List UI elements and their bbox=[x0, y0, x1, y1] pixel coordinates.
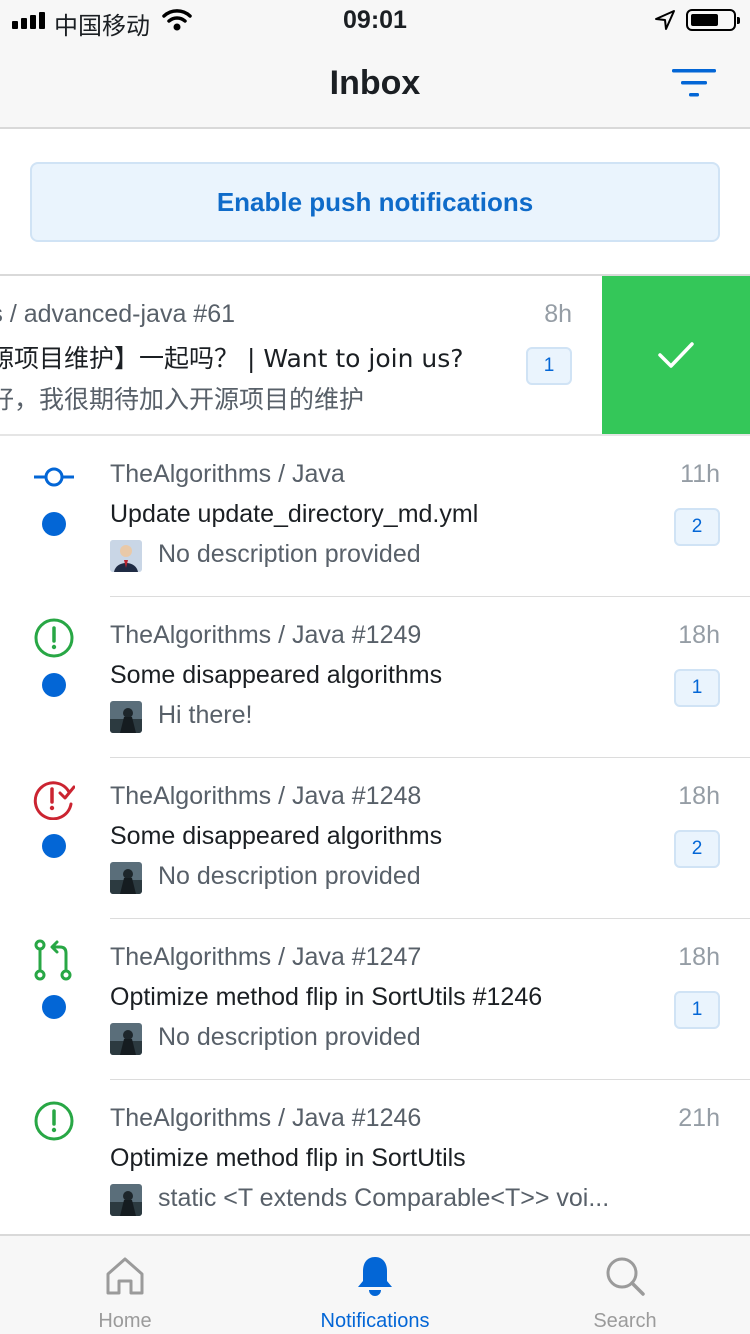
notification-description: Hi there! bbox=[158, 701, 253, 729]
avatar bbox=[110, 862, 142, 894]
page-title: Inbox bbox=[329, 64, 421, 102]
home-icon bbox=[106, 1257, 144, 1295]
swiped-notification-row[interactable]: ocs / advanced-java #61 8h 开源项目维护】一起吗？ |… bbox=[0, 276, 750, 436]
notification-title: Optimize method flip in SortUtils bbox=[110, 1144, 466, 1172]
notification-time: 8h bbox=[544, 300, 572, 328]
notification-row[interactable]: TheAlgorithms / Java #1249 18h Some disa… bbox=[0, 597, 750, 758]
notification-row[interactable]: TheAlgorithms / Java #1247 18h Optimize … bbox=[0, 919, 750, 1080]
issue-closed-icon bbox=[33, 781, 75, 820]
status-time: 09:01 bbox=[343, 6, 407, 34]
enable-push-notifications-button[interactable]: Enable push notifications bbox=[30, 162, 720, 242]
tab-label: Home bbox=[98, 1310, 152, 1332]
pull-request-icon bbox=[34, 939, 72, 981]
notification-title: 开源项目维护】一起吗？ | Want to join us? bbox=[0, 344, 464, 373]
notification-description: 你好，我很期待加入开源项目的维护 bbox=[0, 385, 365, 414]
notification-repo: TheAlgorithms / Java #1246 bbox=[110, 1104, 422, 1132]
search-icon bbox=[606, 1257, 645, 1296]
notification-repo: TheAlgorithms / Java bbox=[110, 460, 345, 488]
notification-description: No description provided bbox=[158, 862, 421, 890]
battery-icon bbox=[686, 9, 740, 31]
notification-repo: TheAlgorithms / Java #1249 bbox=[110, 621, 422, 649]
checkmark-icon bbox=[658, 342, 694, 368]
avatar bbox=[110, 701, 142, 733]
tab-bar: Home Notifications Search bbox=[0, 1234, 750, 1334]
status-bar: 中国移动 09:01 bbox=[0, 0, 750, 40]
tab-search[interactable]: Search bbox=[500, 1236, 750, 1334]
bell-icon bbox=[358, 1257, 392, 1296]
commit-icon bbox=[34, 467, 74, 487]
unread-indicator bbox=[42, 834, 66, 858]
notification-title: Optimize method flip in SortUtils #1246 bbox=[110, 983, 543, 1011]
notification-row[interactable]: TheAlgorithms / Java #1246 21h Optimize … bbox=[0, 1080, 750, 1241]
notification-repo: ocs / advanced-java #61 bbox=[0, 300, 236, 328]
swiped-notification-content[interactable]: ocs / advanced-java #61 8h 开源项目维护】一起吗？ |… bbox=[0, 276, 602, 434]
issue-opened-icon bbox=[34, 1101, 74, 1141]
navigation-bar: Inbox bbox=[0, 40, 750, 129]
tab-notifications[interactable]: Notifications bbox=[250, 1236, 500, 1334]
avatar bbox=[110, 540, 142, 572]
notification-row[interactable]: TheAlgorithms / Java 11h Update update_d… bbox=[0, 436, 750, 597]
notification-time: 18h bbox=[678, 782, 720, 810]
comment-count-badge: 1 bbox=[526, 347, 572, 385]
issue-opened-icon bbox=[34, 618, 74, 658]
tab-home[interactable]: Home bbox=[0, 1236, 250, 1334]
comment-count-badge: 2 bbox=[674, 830, 720, 868]
comment-count-badge: 1 bbox=[674, 669, 720, 707]
notification-description: No description provided bbox=[158, 540, 421, 568]
notification-title: Some disappeared algorithms bbox=[110, 822, 443, 850]
unread-indicator bbox=[42, 512, 66, 536]
notification-repo: TheAlgorithms / Java #1247 bbox=[110, 943, 422, 971]
unread-indicator bbox=[42, 995, 66, 1019]
tab-label: Search bbox=[593, 1310, 657, 1332]
notification-time: 11h bbox=[680, 460, 720, 488]
avatar bbox=[110, 1184, 142, 1216]
notification-description: No description provided bbox=[158, 1023, 421, 1051]
avatar bbox=[110, 1023, 142, 1055]
notification-time: 18h bbox=[678, 943, 720, 971]
mark-done-button[interactable] bbox=[602, 276, 750, 434]
notification-row[interactable]: TheAlgorithms / Java #1248 18h Some disa… bbox=[0, 758, 750, 919]
notification-title: Update update_directory_md.yml bbox=[110, 500, 479, 528]
comment-count-badge: 1 bbox=[674, 991, 720, 1029]
tab-label: Notifications bbox=[320, 1310, 430, 1332]
unread-indicator bbox=[42, 673, 66, 697]
notification-time: 18h bbox=[678, 621, 720, 649]
filter-icon[interactable] bbox=[672, 68, 716, 100]
notification-description: static <T extends Comparable<T>> voi... bbox=[158, 1184, 610, 1212]
notification-title: Some disappeared algorithms bbox=[110, 661, 443, 689]
comment-count-badge: 2 bbox=[674, 508, 720, 546]
location-arrow-icon bbox=[655, 10, 675, 30]
notification-time: 21h bbox=[678, 1104, 720, 1132]
notification-repo: TheAlgorithms / Java #1248 bbox=[110, 782, 422, 810]
